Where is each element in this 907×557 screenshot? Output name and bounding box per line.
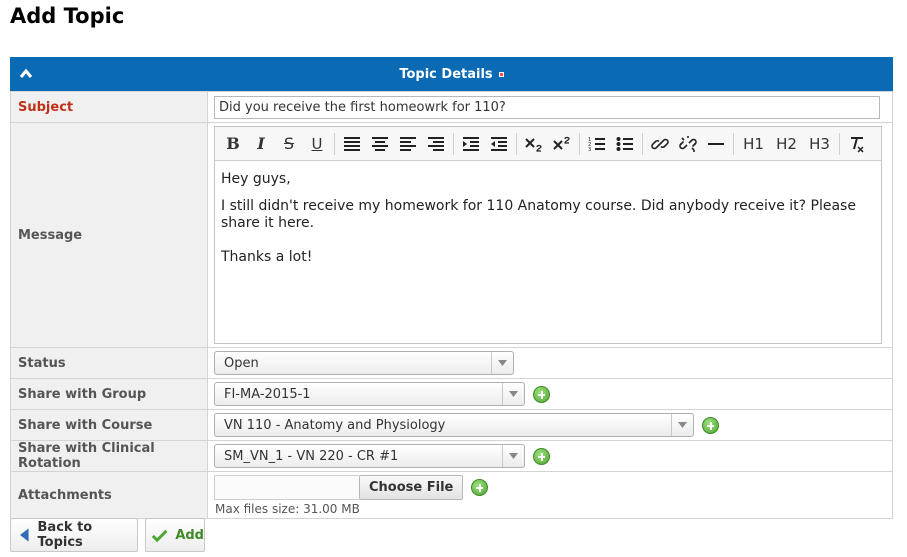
message-line: I still didn't receive my homework for 1…: [221, 198, 856, 231]
chevron-down-icon: [671, 414, 693, 436]
align-center-button[interactable]: [366, 132, 394, 156]
status-label: Status: [10, 347, 208, 379]
outdent-icon: [491, 136, 507, 151]
subject-input[interactable]: Did you receive the first homeowrk for 1…: [214, 95, 880, 119]
italic-glyph: I: [257, 134, 265, 153]
rotation-label: Share with Clinical Rotation: [10, 440, 208, 472]
chevron-down-icon: [491, 352, 513, 374]
message-line: Hey guys,: [221, 171, 291, 187]
numbered-list-icon: 123: [588, 137, 605, 152]
bullet-list-icon: [616, 136, 633, 151]
toolbar-separator: [839, 132, 840, 155]
course-value: VN 110 - Anatomy and Physiology: [224, 417, 446, 433]
align-center-icon: [372, 136, 388, 151]
checkmark-icon: [152, 529, 168, 542]
message-editor: B I S U 1 2 3 H1 H2 H3 Hey guys, I still…: [214, 126, 882, 344]
page-title: Add Topic: [10, 4, 125, 28]
link-icon: [651, 138, 669, 149]
panel-title: Topic Details: [399, 66, 493, 82]
align-justify-icon: [344, 136, 360, 151]
status-select[interactable]: Open: [214, 351, 514, 375]
align-left-button[interactable]: [394, 132, 422, 156]
link-button[interactable]: [646, 132, 674, 156]
heading2-glyph: H2: [776, 134, 797, 153]
toolbar-separator: [453, 132, 454, 155]
clear-format-button[interactable]: [843, 132, 871, 156]
justify-button[interactable]: [338, 132, 366, 156]
svg-text:3: 3: [588, 147, 591, 152]
topic-form: Subject Did you receive the first homeow…: [10, 91, 893, 519]
course-label: Share with Course: [10, 409, 208, 441]
course-select[interactable]: VN 110 - Anatomy and Physiology: [214, 413, 694, 437]
back-to-topics-button[interactable]: Back to Topics: [10, 518, 138, 552]
subscript-button[interactable]: [520, 132, 548, 156]
underline-glyph: U: [311, 134, 323, 153]
horizontal-rule-icon: [708, 142, 724, 145]
group-label: Share with Group: [10, 378, 208, 410]
toolbar-separator: [516, 132, 517, 155]
indent-icon: [463, 136, 479, 151]
toolbar-separator: [579, 132, 580, 155]
heading2-button[interactable]: H2: [770, 132, 803, 156]
editor-toolbar: B I S U 1 2 3 H1 H2 H3: [215, 127, 881, 161]
topic-details-panel: Topic Details Subject Did you receive th…: [10, 57, 893, 519]
rotation-select[interactable]: SM_VN_1 - VN 220 - CR #1: [214, 444, 525, 468]
bullet-list-button[interactable]: [611, 132, 639, 156]
strikethrough-button[interactable]: S: [275, 132, 303, 156]
message-body[interactable]: Hey guys, I still didn't receive my home…: [215, 161, 881, 343]
add-button-label: Add: [175, 527, 204, 543]
file-name-box: [214, 475, 359, 500]
subscript-icon: [525, 137, 542, 152]
message-label: Message: [10, 122, 208, 348]
panel-header[interactable]: Topic Details: [10, 57, 893, 91]
unlink-button[interactable]: [674, 132, 702, 156]
message-line: Thanks a lot!: [221, 249, 313, 265]
chevron-down-icon: [502, 383, 524, 405]
attachments-label: Attachments: [10, 471, 208, 519]
back-arrow-icon: [20, 528, 29, 542]
italic-button[interactable]: I: [247, 132, 275, 156]
bold-button[interactable]: B: [219, 132, 247, 156]
group-select[interactable]: FI-MA-2015-1: [214, 382, 525, 406]
superscript-icon: [553, 136, 570, 150]
required-indicator: [498, 71, 504, 77]
underline-button[interactable]: U: [303, 132, 331, 156]
max-size-hint: Max files size: 31.00 MB: [215, 502, 360, 516]
choose-file-button[interactable]: Choose File: [359, 475, 464, 500]
heading1-glyph: H1: [743, 134, 764, 153]
subject-label: Subject: [10, 91, 208, 123]
align-right-icon: [428, 136, 444, 151]
clear-format-icon: [851, 136, 864, 153]
file-picker: Choose File: [214, 475, 892, 500]
back-button-label: Back to Topics: [37, 520, 93, 550]
toolbar-separator: [334, 132, 335, 155]
numbered-list-button[interactable]: 123: [583, 132, 611, 156]
unlink-icon: [679, 135, 697, 152]
outdent-button[interactable]: [485, 132, 513, 156]
add-course-icon[interactable]: [702, 416, 719, 434]
indent-button[interactable]: [457, 132, 485, 156]
superscript-button[interactable]: [548, 132, 576, 156]
add-rotation-icon[interactable]: [533, 447, 550, 465]
heading1-button[interactable]: H1: [737, 132, 770, 156]
rotation-value: SM_VN_1 - VN 220 - CR #1: [224, 448, 399, 464]
align-left-icon: [400, 136, 416, 151]
horizontal-rule-button[interactable]: [702, 132, 730, 156]
chevron-up-icon[interactable]: [19, 67, 33, 81]
add-attachment-icon[interactable]: [471, 479, 489, 496]
status-value: Open: [224, 355, 259, 371]
toolbar-separator: [642, 132, 643, 155]
group-value: FI-MA-2015-1: [224, 386, 311, 402]
toolbar-separator: [733, 132, 734, 155]
bold-glyph: B: [226, 134, 240, 153]
heading3-glyph: H3: [809, 134, 830, 153]
add-group-icon[interactable]: [533, 385, 550, 403]
chevron-down-icon: [502, 445, 524, 467]
heading3-button[interactable]: H3: [803, 132, 836, 156]
align-right-button[interactable]: [422, 132, 450, 156]
strike-glyph: S: [283, 134, 295, 153]
add-button[interactable]: Add: [145, 518, 205, 552]
